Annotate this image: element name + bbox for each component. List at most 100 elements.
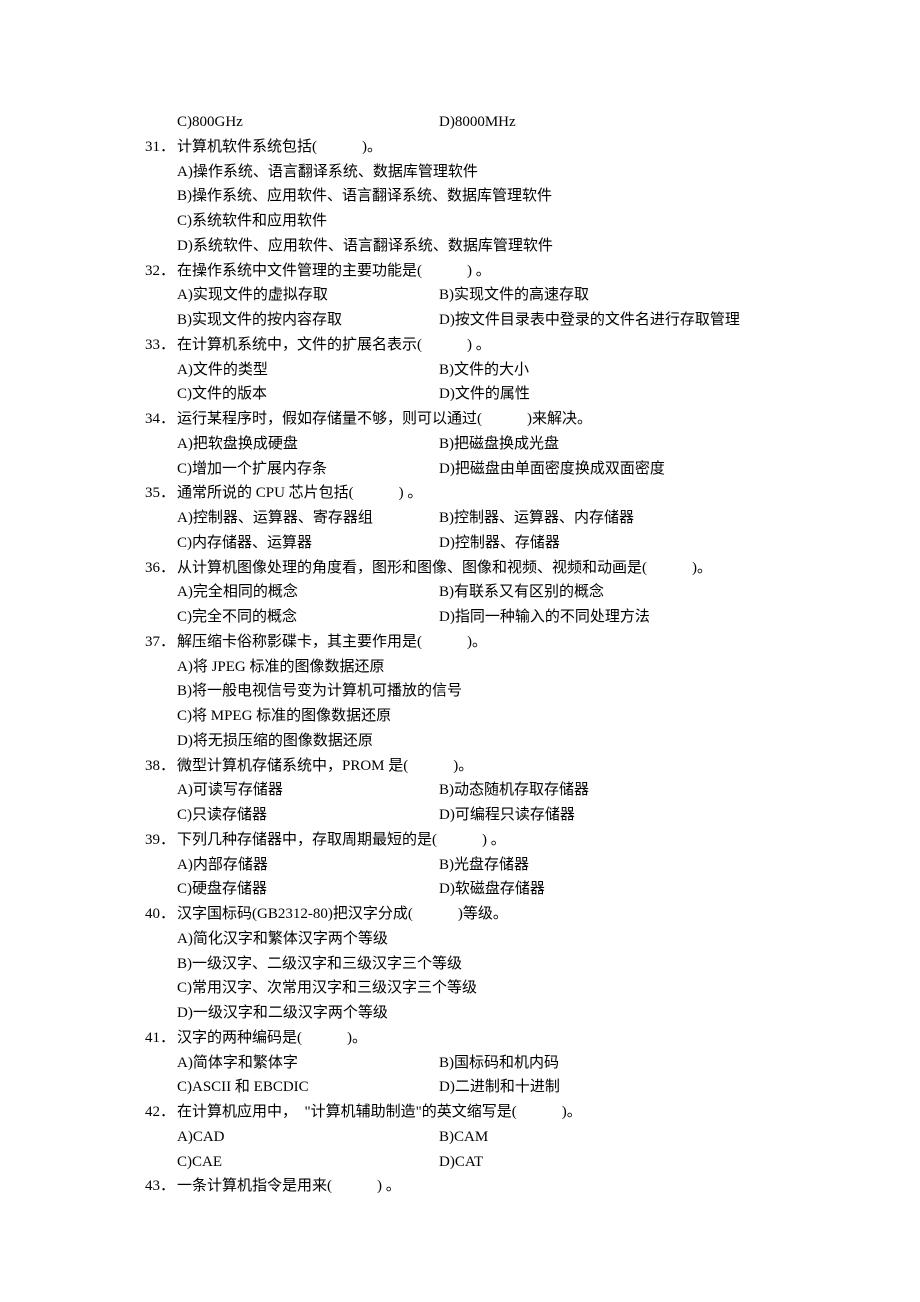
options-block: A)实现文件的虚拟存取B)实现文件的高速存取B)实现文件的按内容存取D)按文件目… <box>145 283 790 333</box>
option-row: C)文件的版本D)文件的属性 <box>177 382 790 407</box>
option-row: A)内部存储器B)光盘存储器 <box>177 853 790 878</box>
options-block: A)简化汉字和繁体汉字两个等级B)一级汉字、二级汉字和三级汉字三个等级C)常用汉… <box>145 927 790 1026</box>
option: B)有联系又有区别的概念 <box>439 580 809 605</box>
question: 31．计算机软件系统包括( )。A)操作系统、语言翻译系统、数据库管理软件B)操… <box>145 135 790 259</box>
option: D)一级汉字和二级汉字两个等级 <box>177 1001 790 1026</box>
question-stem-row: 38．微型计算机存储系统中，PROM 是( )。 <box>145 754 790 779</box>
option-row: A)简体字和繁体字B)国标码和机内码 <box>177 1051 790 1076</box>
question-number: 33． <box>145 333 177 358</box>
options-block: A)文件的类型B)文件的大小C)文件的版本D)文件的属性 <box>145 358 790 408</box>
option: D)软磁盘存储器 <box>439 877 809 902</box>
question-stem: 计算机软件系统包括( )。 <box>177 135 790 160</box>
option-row: A)可读写存储器B)动态随机存取存储器 <box>177 778 790 803</box>
option-row: A)把软盘换成硬盘B)把磁盘换成光盘 <box>177 432 790 457</box>
orphan-options: C)800GHz D)8000MHz <box>145 110 790 135</box>
option: B)文件的大小 <box>439 358 809 383</box>
question-stem-row: 41．汉字的两种编码是( )。 <box>145 1026 790 1051</box>
option-row: A)实现文件的虚拟存取B)实现文件的高速存取 <box>177 283 790 308</box>
options-block: A)把软盘换成硬盘B)把磁盘换成光盘C)增加一个扩展内存条D)把磁盘由单面密度换… <box>145 432 790 482</box>
option: C)ASCII 和 EBCDIC <box>177 1075 439 1100</box>
option: A)简体字和繁体字 <box>177 1051 439 1076</box>
question: 35．通常所说的 CPU 芯片包括( ) 。A)控制器、运算器、寄存器组B)控制… <box>145 481 790 555</box>
option: B)动态随机存取存储器 <box>439 778 809 803</box>
question-stem: 在计算机应用中， "计算机辅助制造"的英文缩写是( )。 <box>177 1100 790 1125</box>
question-stem-row: 31．计算机软件系统包括( )。 <box>145 135 790 160</box>
options-block: A)CADB)CAMC)CAED)CAT <box>145 1125 790 1175</box>
question-number: 38． <box>145 754 177 779</box>
question-number: 37． <box>145 630 177 655</box>
option-row: A)CADB)CAM <box>177 1125 790 1150</box>
question: 42．在计算机应用中， "计算机辅助制造"的英文缩写是( )。A)CADB)CA… <box>145 1100 790 1174</box>
question-stem: 从计算机图像处理的角度看，图形和图像、图像和视频、视频和动画是( )。 <box>177 556 790 581</box>
option-row: C)硬盘存储器D)软磁盘存储器 <box>177 877 790 902</box>
question-number: 32． <box>145 259 177 284</box>
question-number: 41． <box>145 1026 177 1051</box>
option-d: D)8000MHz <box>439 110 809 135</box>
option-row: A)控制器、运算器、寄存器组B)控制器、运算器、内存储器 <box>177 506 790 531</box>
option: D)按文件目录表中登录的文件名进行存取管理 <box>439 308 809 333</box>
question: 38．微型计算机存储系统中，PROM 是( )。A)可读写存储器B)动态随机存取… <box>145 754 790 828</box>
option: C)CAE <box>177 1150 439 1175</box>
option: B)把磁盘换成光盘 <box>439 432 809 457</box>
option: D)文件的属性 <box>439 382 809 407</box>
question-stem: 下列几种存储器中，存取周期最短的是( ) 。 <box>177 828 790 853</box>
document-page: C)800GHz D)8000MHz 31．计算机软件系统包括( )。A)操作系… <box>0 0 920 1302</box>
option: A)内部存储器 <box>177 853 439 878</box>
question-stem: 在操作系统中文件管理的主要功能是( ) 。 <box>177 259 790 284</box>
option: B)一级汉字、二级汉字和三级汉字三个等级 <box>177 952 790 977</box>
question: 34．运行某程序时，假如存储量不够，则可以通过( )来解决。A)把软盘换成硬盘B… <box>145 407 790 481</box>
option: D)将无损压缩的图像数据还原 <box>177 729 790 754</box>
option-row: C)增加一个扩展内存条D)把磁盘由单面密度换成双面密度 <box>177 457 790 482</box>
option-row: A)文件的类型B)文件的大小 <box>177 358 790 383</box>
question-number: 35． <box>145 481 177 506</box>
question-stem-row: 32．在操作系统中文件管理的主要功能是( ) 。 <box>145 259 790 284</box>
option: B)国标码和机内码 <box>439 1051 809 1076</box>
option-row: C)内存储器、运算器D)控制器、存储器 <box>177 531 790 556</box>
questions-list: 31．计算机软件系统包括( )。A)操作系统、语言翻译系统、数据库管理软件B)操… <box>145 135 790 1199</box>
option: C)内存储器、运算器 <box>177 531 439 556</box>
question-number: 36． <box>145 556 177 581</box>
question: 43．一条计算机指令是用来( ) 。 <box>145 1174 790 1199</box>
question-stem-row: 37．解压缩卡俗称影碟卡，其主要作用是( )。 <box>145 630 790 655</box>
option: A)将 JPEG 标准的图像数据还原 <box>177 655 790 680</box>
option-c: C)800GHz <box>177 110 439 135</box>
option-row: C)ASCII 和 EBCDICD)二进制和十进制 <box>177 1075 790 1100</box>
option: A)CAD <box>177 1125 439 1150</box>
question: 41．汉字的两种编码是( )。A)简体字和繁体字B)国标码和机内码C)ASCII… <box>145 1026 790 1100</box>
question-stem: 运行某程序时，假如存储量不够，则可以通过( )来解决。 <box>177 407 790 432</box>
option: B)实现文件的高速存取 <box>439 283 809 308</box>
option: C)硬盘存储器 <box>177 877 439 902</box>
option: A)可读写存储器 <box>177 778 439 803</box>
option: A)简化汉字和繁体汉字两个等级 <box>177 927 790 952</box>
option: A)文件的类型 <box>177 358 439 383</box>
question-stem-row: 34．运行某程序时，假如存储量不够，则可以通过( )来解决。 <box>145 407 790 432</box>
question-stem: 通常所说的 CPU 芯片包括( ) 。 <box>177 481 790 506</box>
option: D)二进制和十进制 <box>439 1075 809 1100</box>
question: 40．汉字国标码(GB2312-80)把汉字分成( )等级。A)简化汉字和繁体汉… <box>145 902 790 1026</box>
question-stem-row: 42．在计算机应用中， "计算机辅助制造"的英文缩写是( )。 <box>145 1100 790 1125</box>
question-stem-row: 40．汉字国标码(GB2312-80)把汉字分成( )等级。 <box>145 902 790 927</box>
options-block: A)简体字和繁体字B)国标码和机内码C)ASCII 和 EBCDICD)二进制和… <box>145 1051 790 1101</box>
options-block: A)可读写存储器B)动态随机存取存储器C)只读存储器D)可编程只读存储器 <box>145 778 790 828</box>
question: 39．下列几种存储器中，存取周期最短的是( ) 。A)内部存储器B)光盘存储器C… <box>145 828 790 902</box>
option-row: B)实现文件的按内容存取D)按文件目录表中登录的文件名进行存取管理 <box>177 308 790 333</box>
question: 33．在计算机系统中，文件的扩展名表示( ) 。A)文件的类型B)文件的大小C)… <box>145 333 790 407</box>
question: 36．从计算机图像处理的角度看，图形和图像、图像和视频、视频和动画是( )。A)… <box>145 556 790 630</box>
question-stem-row: 36．从计算机图像处理的角度看，图形和图像、图像和视频、视频和动画是( )。 <box>145 556 790 581</box>
question-stem-row: 43．一条计算机指令是用来( ) 。 <box>145 1174 790 1199</box>
option: C)系统软件和应用软件 <box>177 209 790 234</box>
question-stem: 解压缩卡俗称影碟卡，其主要作用是( )。 <box>177 630 790 655</box>
options-block: A)控制器、运算器、寄存器组B)控制器、运算器、内存储器C)内存储器、运算器D)… <box>145 506 790 556</box>
question-number: 31． <box>145 135 177 160</box>
option: C)增加一个扩展内存条 <box>177 457 439 482</box>
option: A)把软盘换成硬盘 <box>177 432 439 457</box>
question-stem: 一条计算机指令是用来( ) 。 <box>177 1174 790 1199</box>
question-stem-row: 33．在计算机系统中，文件的扩展名表示( ) 。 <box>145 333 790 358</box>
option-row: A)完全相同的概念B)有联系又有区别的概念 <box>177 580 790 605</box>
question: 32．在操作系统中文件管理的主要功能是( ) 。A)实现文件的虚拟存取B)实现文… <box>145 259 790 333</box>
option: B)实现文件的按内容存取 <box>177 308 439 333</box>
option: D)系统软件、应用软件、语言翻译系统、数据库管理软件 <box>177 234 790 259</box>
option: D)可编程只读存储器 <box>439 803 809 828</box>
option: B)控制器、运算器、内存储器 <box>439 506 809 531</box>
question-number: 42． <box>145 1100 177 1125</box>
